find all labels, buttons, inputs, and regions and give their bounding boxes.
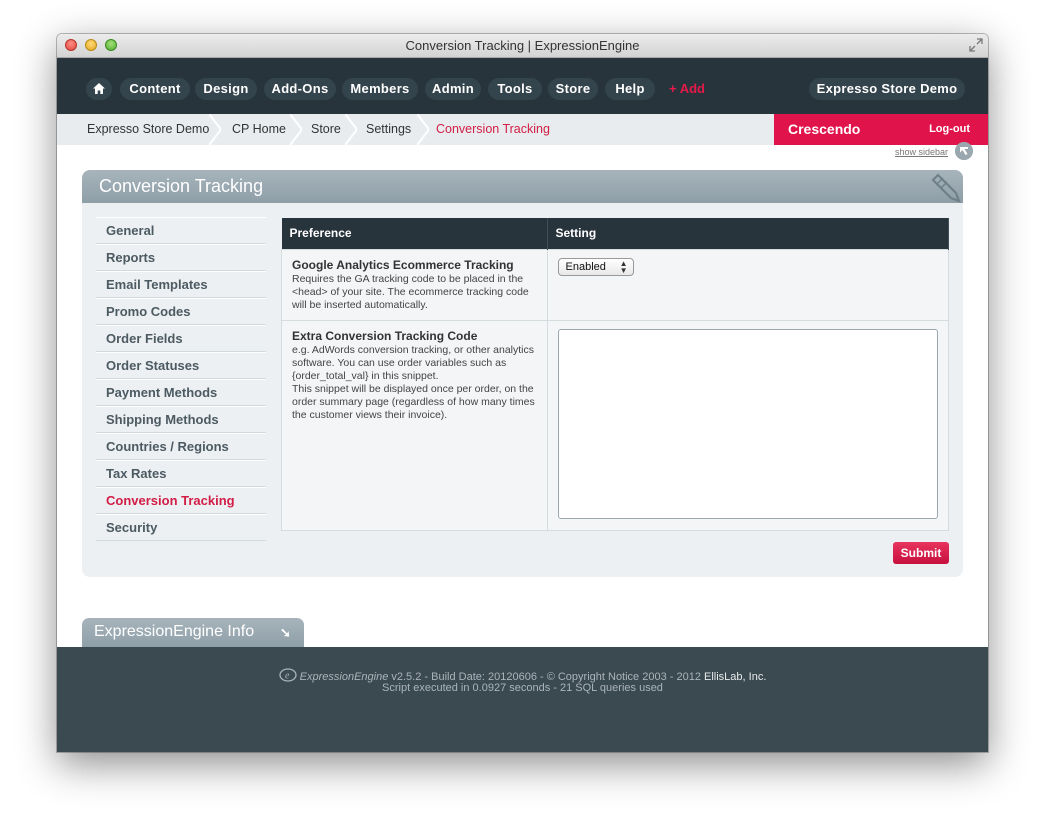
side-menu-item-active[interactable]: Conversion Tracking — [96, 487, 266, 514]
preference-name: Extra Conversion Tracking Code — [292, 328, 478, 343]
table-row: Extra Conversion Tracking Code e.g. AdWo… — [281, 319, 949, 531]
home-icon — [93, 83, 105, 94]
user-box: Crescendo Log-out — [774, 114, 988, 145]
main-nav: Content Design Add-Ons Members Admin Too… — [57, 58, 988, 114]
ee-logo-icon: e — [278, 668, 297, 682]
title-bar: Conversion Tracking | ExpressionEngine — [57, 34, 988, 58]
app-window: Conversion Tracking | ExpressionEngine C… — [57, 34, 988, 752]
setting-cell — [546, 319, 949, 531]
footer-stats: Script executed in 0.0927 seconds - 21 S… — [382, 682, 663, 694]
nav-item-help[interactable]: Help — [605, 78, 655, 100]
nav-item-members[interactable]: Members — [342, 78, 418, 100]
side-menu-item[interactable]: Security — [96, 514, 266, 541]
breadcrumb-separator-icon — [290, 114, 302, 145]
preference-description: Requires the GA tracking code to be plac… — [292, 272, 529, 311]
column-header-preference: Preference — [281, 218, 548, 249]
submit-button[interactable]: Submit — [893, 542, 949, 564]
nav-item-add-ons[interactable]: Add-Ons — [264, 78, 336, 100]
nav-item-content[interactable]: Content — [120, 78, 190, 100]
pencil-icon — [931, 173, 961, 203]
username[interactable]: Crescendo — [788, 121, 860, 137]
svg-text:e: e — [285, 671, 290, 682]
arrow-down-right-icon: ➘ — [280, 625, 291, 640]
breadcrumb-item[interactable]: Store — [311, 114, 341, 145]
preference-cell: Google Analytics Ecommerce Tracking Requ… — [281, 248, 548, 321]
conversion-code-textarea[interactable] — [557, 328, 938, 519]
nav-add-link[interactable]: + Add — [669, 78, 705, 100]
show-sidebar-link[interactable]: show sidebar — [895, 147, 948, 157]
ee-info-label: ExpressionEngine Info — [94, 623, 255, 640]
table-row: Google Analytics Ecommerce Tracking Requ… — [281, 248, 949, 321]
side-menu-item[interactable]: Tax Rates — [96, 460, 266, 487]
side-menu-item[interactable]: Order Fields — [96, 325, 266, 352]
breadcrumb-separator-icon — [417, 114, 429, 145]
home-button[interactable] — [86, 78, 112, 100]
side-menu-item[interactable]: Order Statuses — [96, 352, 266, 379]
window-title: Conversion Tracking | ExpressionEngine — [405, 38, 640, 53]
setting-cell: Enabled ▲ ▼ — [546, 248, 949, 321]
preference-description: This snippet will be displayed once per … — [292, 382, 535, 421]
site-switcher[interactable]: Expresso Store Demo — [809, 78, 965, 100]
nav-item-design[interactable]: Design — [195, 78, 257, 100]
preference-name: Google Analytics Ecommerce Tracking — [292, 257, 514, 272]
breadcrumb-item[interactable]: Settings — [366, 114, 411, 145]
select-arrows-icon: ▲ ▼ — [619, 258, 628, 275]
side-menu-item[interactable]: Email Templates — [96, 271, 266, 298]
breadcrumb-item[interactable]: Expresso Store Demo — [87, 114, 209, 145]
breadcrumb-item[interactable]: CP Home — [232, 114, 286, 145]
preference-cell: Extra Conversion Tracking Code e.g. AdWo… — [281, 319, 548, 531]
preferences-table: Preference Setting Google Analytics Ecom… — [281, 218, 949, 531]
settings-side-menu: General Reports Email Templates Promo Co… — [96, 217, 266, 541]
side-menu-item[interactable]: Reports — [96, 244, 266, 271]
side-menu-item[interactable]: Countries / Regions — [96, 433, 266, 460]
nav-item-tools[interactable]: Tools — [488, 78, 542, 100]
nav-item-admin[interactable]: Admin — [425, 78, 481, 100]
side-menu-item[interactable]: Shipping Methods — [96, 406, 266, 433]
page-title: Conversion Tracking — [99, 176, 264, 196]
footer: e ExpressionEngine v2.5.2 - Build Date: … — [57, 647, 988, 752]
select-value: Enabled — [565, 260, 606, 273]
footer-version: e ExpressionEngine v2.5.2 - Build Date: … — [57, 668, 988, 683]
content-panel: Conversion Tracking General Reports Emai… — [82, 170, 963, 577]
preference-description: e.g. AdWords conversion tracking, or oth… — [292, 343, 535, 382]
panel-header: Conversion Tracking — [82, 170, 963, 203]
logout-link[interactable]: Log-out — [929, 123, 970, 135]
ee-info-tab[interactable]: ExpressionEngine Info ➘ — [82, 618, 304, 648]
sidebar-toggle-icon[interactable] — [955, 142, 973, 160]
side-menu-item[interactable]: Payment Methods — [96, 379, 266, 406]
side-menu-item[interactable]: Promo Codes — [96, 298, 266, 325]
breadcrumb-current: Conversion Tracking — [436, 122, 550, 136]
fullscreen-icon[interactable] — [969, 38, 983, 52]
ga-tracking-select[interactable]: Enabled ▲ ▼ — [557, 257, 634, 276]
breadcrumb-separator-icon — [209, 114, 221, 145]
table-header-row: Preference Setting — [281, 218, 949, 249]
breadcrumb-separator-icon — [345, 114, 357, 145]
column-header-setting: Setting — [547, 218, 949, 249]
nav-item-store[interactable]: Store — [548, 78, 598, 100]
side-menu-item[interactable]: General — [96, 217, 266, 244]
